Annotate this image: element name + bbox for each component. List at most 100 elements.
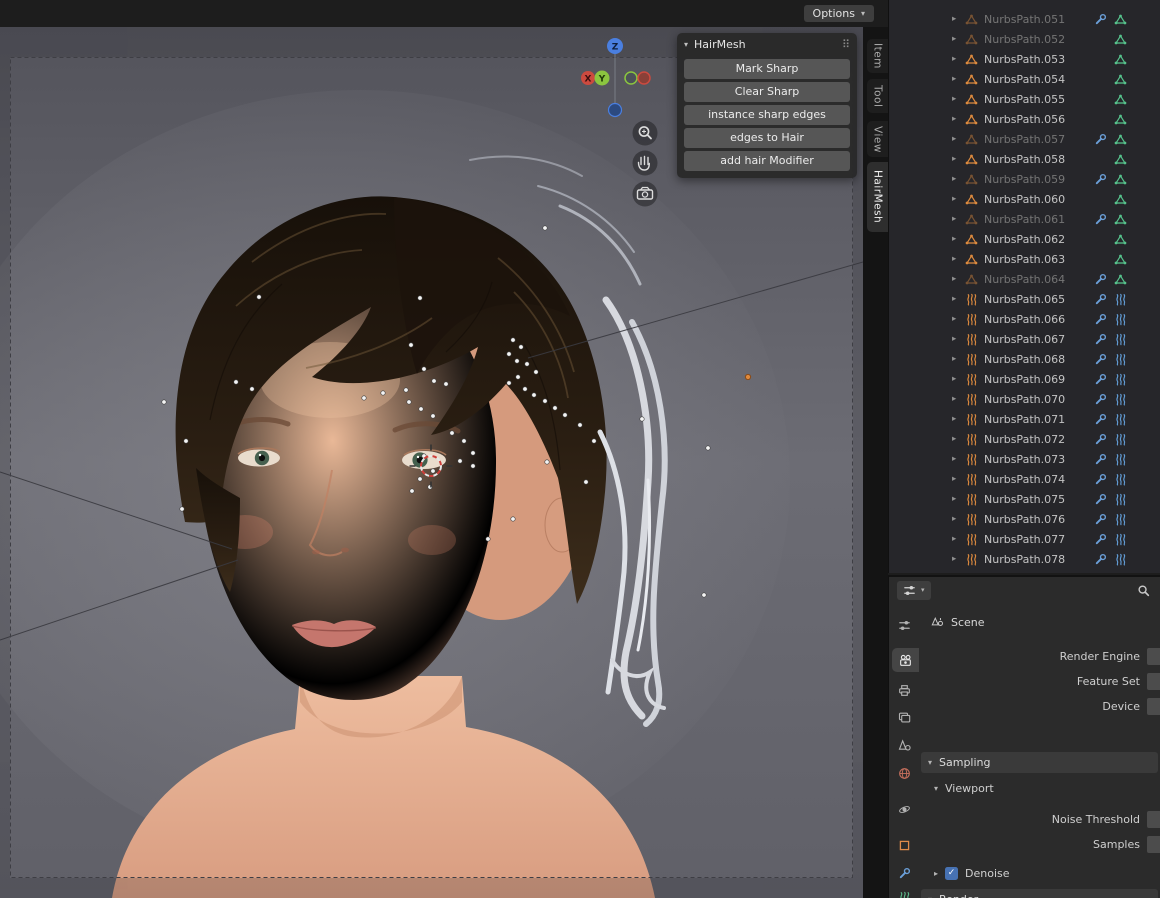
outliner-row[interactable]: ▸ NurbsPath.079 <box>889 569 1160 574</box>
viewport-subsection-header[interactable]: ▾ Viewport <box>919 778 1160 799</box>
tab-view-layer-properties[interactable] <box>889 705 919 729</box>
expand-arrow-icon[interactable]: ▸ <box>952 374 965 384</box>
edges-to-hair-button[interactable]: edges to Hair <box>684 128 850 148</box>
tab-world-properties[interactable] <box>889 761 919 785</box>
object-type-icon <box>965 333 978 346</box>
expand-arrow-icon[interactable]: ▸ <box>952 134 965 144</box>
outliner-row[interactable]: ▸ NurbsPath.063 <box>889 249 1160 269</box>
outliner-row[interactable]: ▸ NurbsPath.078 <box>889 549 1160 569</box>
outliner-row[interactable]: ▸ NurbsPath.053 <box>889 49 1160 69</box>
tab-tool-properties[interactable] <box>889 613 919 637</box>
render-section-header[interactable]: ▾ Render <box>921 889 1158 898</box>
tab-scene-properties[interactable] <box>889 733 919 757</box>
expand-arrow-icon[interactable]: ▸ <box>952 354 965 364</box>
outliner-row[interactable]: ▸ NurbsPath.072 <box>889 429 1160 449</box>
outliner-row[interactable]: ▸ NurbsPath.055 <box>889 89 1160 109</box>
outliner-row[interactable]: ▸ NurbsPath.076 <box>889 509 1160 529</box>
expand-arrow-icon[interactable]: ▸ <box>952 234 965 244</box>
expand-arrow-icon[interactable]: ▸ <box>952 14 965 24</box>
instance-sharp-edges-button[interactable]: instance sharp edges <box>684 105 850 125</box>
outliner-row[interactable]: ▸ NurbsPath.059 <box>889 169 1160 189</box>
object-data-icon <box>1114 453 1127 466</box>
expand-arrow-icon[interactable]: ▸ <box>952 334 965 344</box>
sampling-section-header[interactable]: ▾ Sampling <box>921 752 1158 773</box>
expand-arrow-icon[interactable]: ▸ <box>952 434 965 444</box>
outliner-row[interactable]: ▸ NurbsPath.066 <box>889 309 1160 329</box>
expand-arrow-icon[interactable]: ▸ <box>952 54 965 64</box>
tab-view[interactable]: View <box>867 121 888 157</box>
editor-type-selector[interactable]: ▾ <box>897 580 931 600</box>
noise-threshold-field[interactable] <box>1147 811 1160 828</box>
tab-tool[interactable]: Tool <box>867 79 888 113</box>
expand-arrow-icon[interactable]: ▸ <box>952 494 965 504</box>
outliner-row[interactable]: ▸ NurbsPath.064 <box>889 269 1160 289</box>
render-engine-dropdown[interactable] <box>1147 648 1160 665</box>
expand-arrow-icon[interactable]: ▸ <box>952 94 965 104</box>
expand-arrow-icon[interactable]: ▸ <box>952 74 965 84</box>
outliner-row[interactable]: ▸ NurbsPath.054 <box>889 69 1160 89</box>
expand-arrow-icon[interactable]: ▸ <box>952 174 965 184</box>
outliner-row[interactable]: ▸ NurbsPath.056 <box>889 109 1160 129</box>
pan-hand-button[interactable] <box>632 150 658 176</box>
expand-caret-icon[interactable]: ▸ <box>934 869 938 878</box>
hairmesh-panel-header[interactable]: ▾ HairMesh ⠿ <box>677 33 857 56</box>
expand-arrow-icon[interactable]: ▸ <box>952 114 965 124</box>
tab-render-properties[interactable] <box>892 648 919 672</box>
render-engine-label: Render Engine <box>1059 650 1140 663</box>
expand-arrow-icon[interactable]: ▸ <box>952 154 965 164</box>
add-hair-modifier-button[interactable]: add hair Modifier <box>684 151 850 171</box>
expand-arrow-icon[interactable]: ▸ <box>952 294 965 304</box>
tab-modifier-properties[interactable] <box>889 861 919 885</box>
samples-field[interactable] <box>1147 836 1160 853</box>
outliner-row[interactable]: ▸ NurbsPath.052 <box>889 29 1160 49</box>
tab-physics-properties[interactable] <box>889 797 919 821</box>
tab-object-data-properties[interactable] <box>889 885 919 898</box>
mark-sharp-button[interactable]: Mark Sharp <box>684 59 850 79</box>
outliner-row[interactable]: ▸ NurbsPath.058 <box>889 149 1160 169</box>
denoise-checkbox[interactable]: ✓ <box>945 866 959 880</box>
drag-grip-icon[interactable]: ⠿ <box>842 38 850 51</box>
outliner-row[interactable]: ▸ NurbsPath.057 <box>889 129 1160 149</box>
outliner-row[interactable]: ▸ NurbsPath.069 <box>889 369 1160 389</box>
outliner-row[interactable]: ▸ NurbsPath.070 <box>889 389 1160 409</box>
clear-sharp-button[interactable]: Clear Sharp <box>684 82 850 102</box>
row-data-icons <box>1094 553 1136 566</box>
expand-arrow-icon[interactable]: ▸ <box>952 214 965 224</box>
tab-hairmesh[interactable]: HairMesh <box>867 162 888 232</box>
camera-view-button[interactable] <box>632 181 658 207</box>
outliner-row[interactable]: ▸ NurbsPath.068 <box>889 349 1160 369</box>
outliner-row[interactable]: ▸ NurbsPath.071 <box>889 409 1160 429</box>
expand-arrow-icon[interactable]: ▸ <box>952 274 965 284</box>
outliner-row[interactable]: ▸ NurbsPath.051 <box>889 9 1160 29</box>
expand-arrow-icon[interactable]: ▸ <box>952 394 965 404</box>
outliner-row[interactable]: ▸ NurbsPath.074 <box>889 469 1160 489</box>
expand-arrow-icon[interactable]: ▸ <box>952 314 965 324</box>
search-icon[interactable] <box>1137 584 1150 597</box>
tab-output-properties[interactable] <box>889 678 919 702</box>
expand-arrow-icon[interactable]: ▸ <box>952 454 965 464</box>
tab-object-properties[interactable] <box>889 833 919 857</box>
expand-arrow-icon[interactable]: ▸ <box>952 474 965 484</box>
expand-arrow-icon[interactable]: ▸ <box>952 554 965 564</box>
outliner-row[interactable]: ▸ NurbsPath.062 <box>889 229 1160 249</box>
row-data-icons <box>1094 153 1136 166</box>
outliner-row[interactable]: ▸ NurbsPath.060 <box>889 189 1160 209</box>
zoom-button[interactable] <box>632 120 658 146</box>
expand-arrow-icon[interactable]: ▸ <box>952 534 965 544</box>
expand-arrow-icon[interactable]: ▸ <box>952 34 965 44</box>
options-dropdown[interactable]: Options ▾ <box>803 5 874 22</box>
feature-set-dropdown[interactable] <box>1147 673 1160 690</box>
expand-arrow-icon[interactable]: ▸ <box>952 194 965 204</box>
expand-arrow-icon[interactable]: ▸ <box>952 514 965 524</box>
outliner-row[interactable]: ▸ NurbsPath.075 <box>889 489 1160 509</box>
expand-arrow-icon[interactable]: ▸ <box>952 414 965 424</box>
outliner-row[interactable]: ▸ NurbsPath.061 <box>889 209 1160 229</box>
tab-item[interactable]: Item <box>867 39 888 73</box>
device-dropdown[interactable] <box>1147 698 1160 715</box>
outliner-row[interactable]: ▸ NurbsPath.077 <box>889 529 1160 549</box>
expand-arrow-icon[interactable]: ▸ <box>952 254 965 264</box>
properties-editor-icon <box>903 584 916 597</box>
outliner-row[interactable]: ▸ NurbsPath.073 <box>889 449 1160 469</box>
outliner-row[interactable]: ▸ NurbsPath.067 <box>889 329 1160 349</box>
outliner-row[interactable]: ▸ NurbsPath.065 <box>889 289 1160 309</box>
